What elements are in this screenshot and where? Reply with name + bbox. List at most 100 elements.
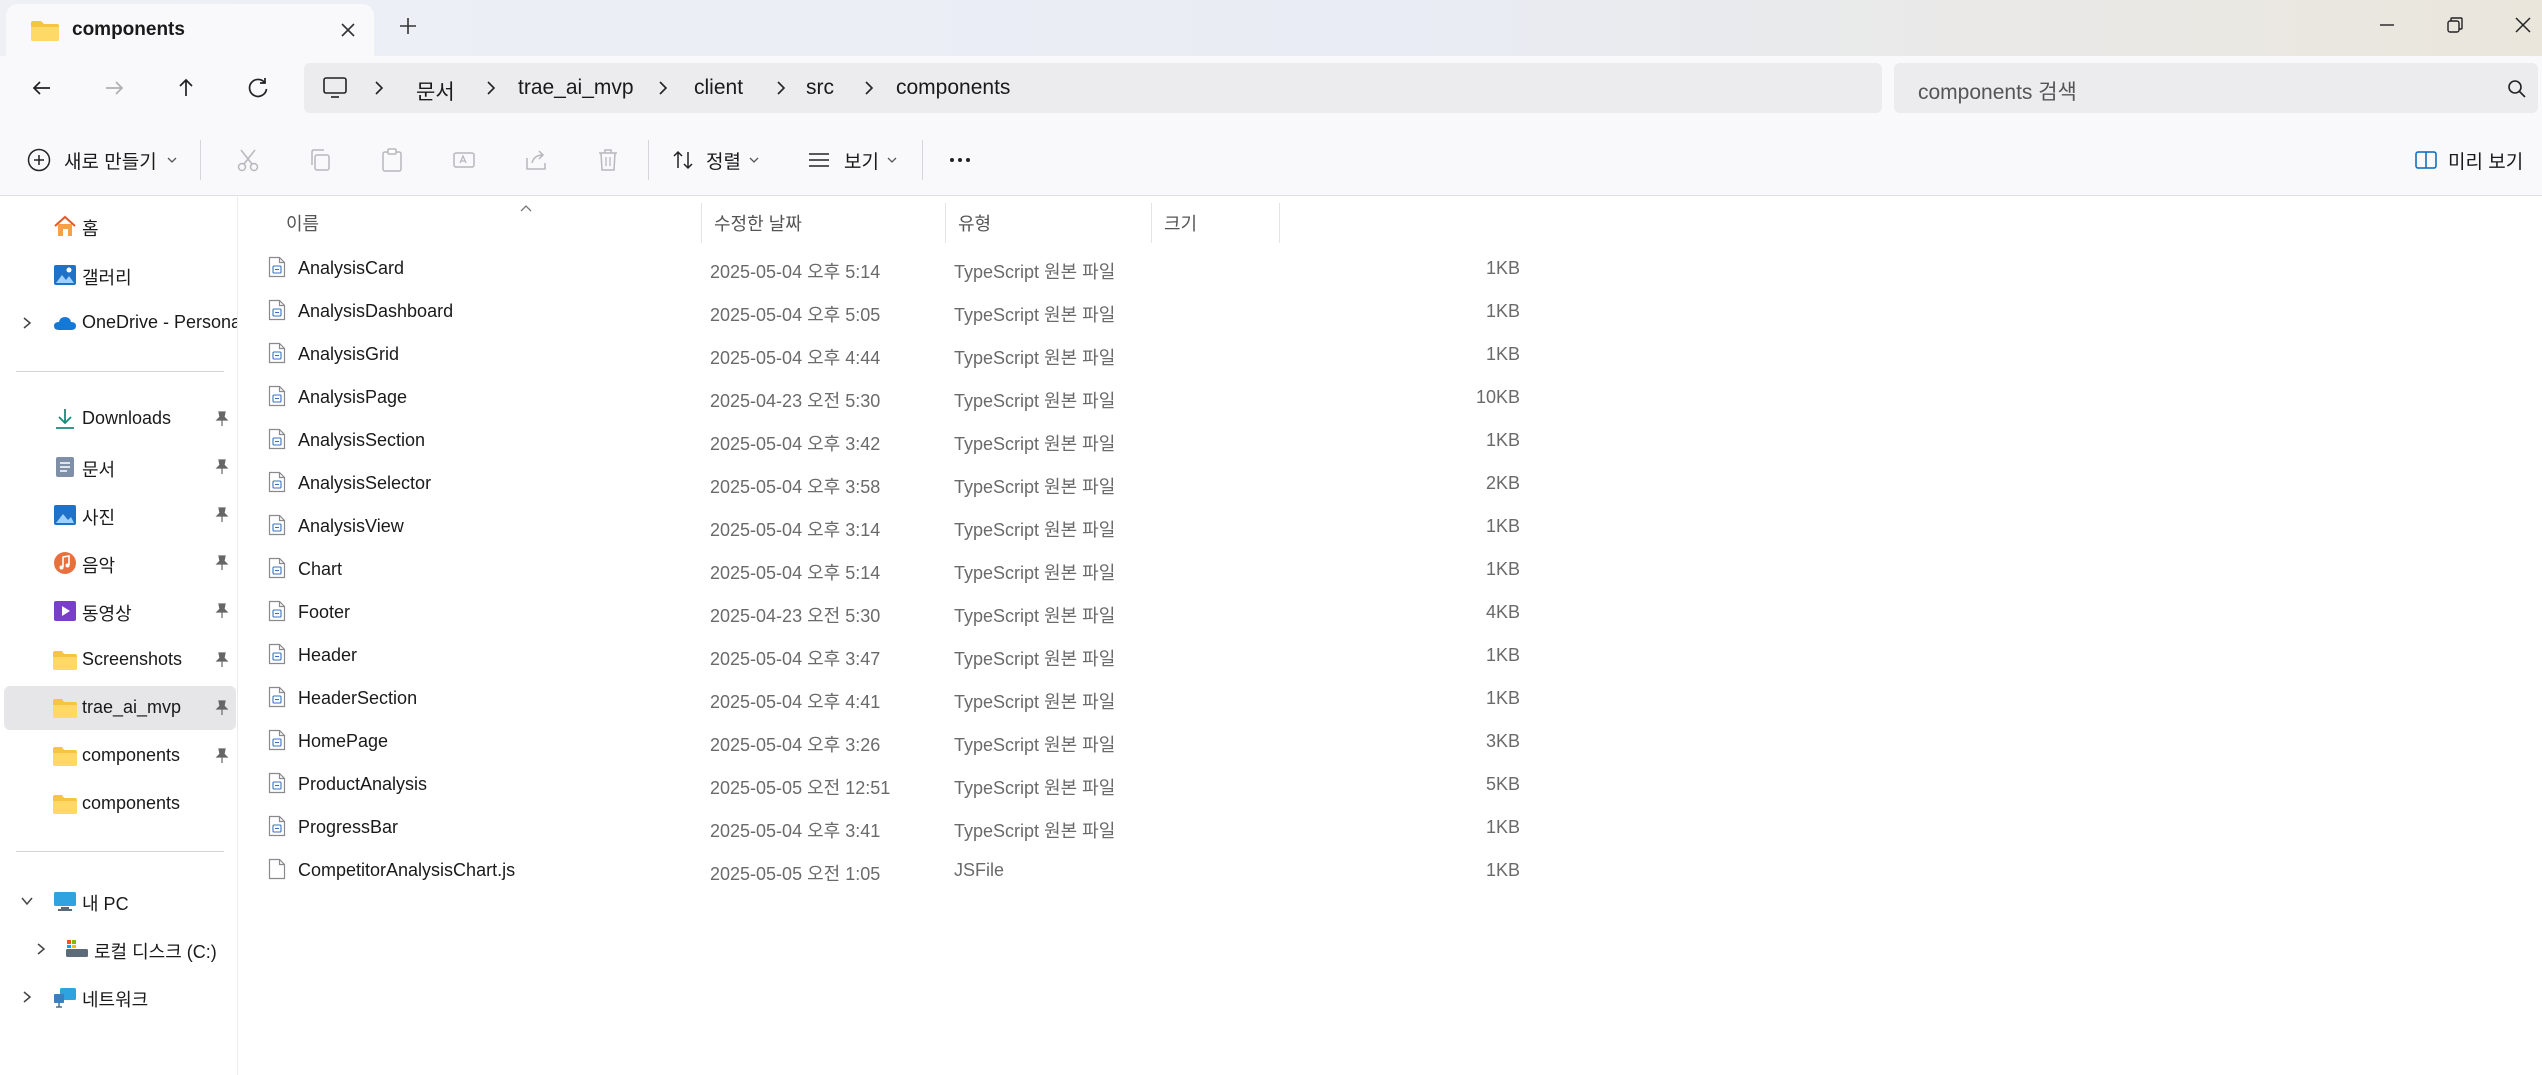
file-name: HeaderSection <box>298 688 418 708</box>
file-row[interactable]: ProgressBar 2025-05-04 오후 3:41 TypeScript … <box>264 805 1522 848</box>
file-row[interactable]: AnalysisGrid 2025-05-04 오후 4:44 TypeScript… <box>264 332 1522 375</box>
breadcrumb-documents[interactable]: 문서 <box>416 76 455 106</box>
sidebar-item-videos[interactable]: 동영상 <box>4 589 236 633</box>
chevron-right-icon[interactable] <box>860 78 878 98</box>
cut-icon[interactable] <box>234 146 262 174</box>
chevron-right-icon[interactable] <box>482 78 500 98</box>
file-row[interactable]: AnalysisSection 2025-05-04 오후 3:42 TypeScr… <box>264 418 1522 461</box>
view-button[interactable]: 보기 <box>806 144 899 176</box>
sidebar-item-screenshots[interactable]: Screenshots <box>4 638 236 682</box>
file-size: 3KB <box>1485 731 1520 751</box>
sidebar-item-downloads[interactable]: Downloads <box>4 397 236 441</box>
pin-icon[interactable] <box>214 506 230 524</box>
chevron-right-icon[interactable] <box>370 78 388 98</box>
chevron-right-icon[interactable] <box>34 941 48 957</box>
pin-icon[interactable] <box>214 458 230 476</box>
breadcrumb-client[interactable]: client <box>694 76 743 100</box>
file-row[interactable]: Footer 2025-04-23 오전 5:30 TypeScript 원본 파일… <box>264 590 1522 633</box>
file-size: 1KB <box>1485 559 1520 579</box>
file-row[interactable]: AnalysisDashboard 2025-05-04 오후 5:05 TypeS… <box>264 289 1522 332</box>
folder-icon <box>53 747 77 766</box>
column-header-size[interactable]: 크기 <box>1152 203 1280 243</box>
breadcrumb-components[interactable]: components <box>896 76 1010 100</box>
file-row[interactable]: Chart 2025-05-04 오후 5:14 TypeScript 원본 파일 1… <box>264 547 1522 590</box>
file-name: AnalysisPage <box>298 387 408 407</box>
file-type: TypeScript 원본 파일 <box>954 434 1116 454</box>
sort-ascending-icon <box>520 205 532 212</box>
paste-icon[interactable] <box>378 146 406 174</box>
close-window-icon[interactable] <box>2508 10 2538 40</box>
preview-pane-button[interactable]: 미리 보기 <box>2414 144 2523 176</box>
file-row[interactable]: HomePage 2025-05-04 오후 3:26 TypeScript 원본 … <box>264 719 1522 762</box>
sidebar-item-components[interactable]: components <box>4 782 236 826</box>
pin-icon[interactable] <box>214 410 230 428</box>
delete-icon[interactable] <box>594 146 622 174</box>
file-row[interactable]: ProductAnalysis 2025-05-05 오전 12:51 TypeSc… <box>264 762 1522 805</box>
sidebar-item-onedrive[interactable]: OneDrive - Persona <box>4 301 237 345</box>
sidebar-item-network[interactable]: 네트워크 <box>4 975 236 1019</box>
sidebar-item-label: 네트워크 <box>82 990 149 1010</box>
new-tab-icon[interactable] <box>396 14 420 38</box>
sidebar-item-pictures[interactable]: 사진 <box>4 493 236 537</box>
more-options-icon[interactable] <box>946 146 974 174</box>
pin-icon[interactable] <box>214 554 230 572</box>
chevron-right-icon[interactable] <box>20 989 34 1005</box>
file-row[interactable]: AnalysisPage 2025-04-23 오전 5:30 TypeScript… <box>264 375 1522 418</box>
search-box[interactable]: components 검색 <box>1894 63 2538 113</box>
up-icon[interactable] <box>170 72 202 104</box>
minimize-icon[interactable] <box>2372 10 2402 40</box>
sidebar-item-music[interactable]: 음악 <box>4 541 236 585</box>
column-header-modified[interactable]: 수정한 날짜 <box>702 203 946 243</box>
file-modified: 2025-04-23 오전 5:30 <box>710 606 881 626</box>
chevron-right-icon[interactable] <box>654 78 672 98</box>
file-row[interactable]: AnalysisView 2025-05-04 오후 3:14 TypeScript… <box>264 504 1522 547</box>
file-modified: 2025-05-04 오후 3:26 <box>710 735 881 755</box>
chevron-down-icon[interactable] <box>20 893 34 909</box>
sidebar-item-label: trae_ai_mvp <box>82 697 182 717</box>
sort-button[interactable]: 정렬 <box>670 144 761 176</box>
back-icon[interactable] <box>26 72 58 104</box>
breadcrumb-trae-ai-mvp[interactable]: trae_ai_mvp <box>518 76 634 100</box>
sidebar-item-documents[interactable]: 문서 <box>4 445 236 489</box>
file-type: TypeScript 원본 파일 <box>954 821 1116 841</box>
copy-icon[interactable] <box>306 146 334 174</box>
rename-icon[interactable] <box>450 146 478 174</box>
sidebar-item-label: 동영상 <box>82 604 132 624</box>
computer-icon[interactable] <box>322 76 348 100</box>
share-icon[interactable] <box>522 146 550 174</box>
refresh-icon[interactable] <box>242 72 274 104</box>
sidebar-item-this-pc[interactable]: 내 PC <box>4 879 236 923</box>
address-bar[interactable]: 문서 trae_ai_mvp client src components <box>304 63 1882 113</box>
column-header-type[interactable]: 유형 <box>946 203 1152 243</box>
search-icon[interactable] <box>2506 78 2528 100</box>
breadcrumb-src[interactable]: src <box>806 76 834 100</box>
file-row[interactable]: CompetitorAnalysisChart.js 2025-05-05 오전 … <box>264 848 1522 891</box>
file-type: TypeScript 원본 파일 <box>954 477 1116 497</box>
sidebar-item-trae-ai-mvp[interactable]: trae_ai_mvp <box>4 686 236 730</box>
pin-icon[interactable] <box>214 602 230 620</box>
pin-icon[interactable] <box>214 699 230 717</box>
forward-icon[interactable] <box>98 72 130 104</box>
sidebar-item-local-disk[interactable]: 로컬 디스크 (C:) <box>4 927 236 971</box>
new-button[interactable]: 새로 만들기 <box>26 144 179 176</box>
file-size: 1KB <box>1485 860 1520 880</box>
sidebar-item-home[interactable]: 홈 <box>4 204 236 248</box>
file-row[interactable]: Header 2025-05-04 오후 3:47 TypeScript 원본 파일… <box>264 633 1522 676</box>
sidebar-item-gallery[interactable]: 갤러리 <box>4 253 236 297</box>
tab-components[interactable]: components <box>6 4 374 56</box>
chevron-right-icon[interactable] <box>20 315 34 331</box>
pin-icon[interactable] <box>214 747 230 765</box>
file-row[interactable]: AnalysisCard 2025-05-04 오후 5:14 TypeScript… <box>264 246 1522 289</box>
pin-icon[interactable] <box>214 651 230 669</box>
file-row[interactable]: AnalysisSelector 2025-05-04 오후 3:58 TypeSc… <box>264 461 1522 504</box>
onedrive-cloud-icon <box>54 317 76 330</box>
video-icon <box>54 601 76 621</box>
chevron-right-icon[interactable] <box>772 78 790 98</box>
restore-icon[interactable] <box>2440 10 2470 40</box>
column-header-name[interactable]: 이름 <box>274 203 702 243</box>
file-modified: 2025-05-04 오후 5:14 <box>710 262 881 282</box>
file-row[interactable]: HeaderSection 2025-05-04 오후 4:41 TypeScrip… <box>264 676 1522 719</box>
sidebar-item-components-pinned[interactable]: components <box>4 734 236 778</box>
typescript-file-icon <box>268 729 286 751</box>
close-tab-icon[interactable] <box>336 18 360 42</box>
